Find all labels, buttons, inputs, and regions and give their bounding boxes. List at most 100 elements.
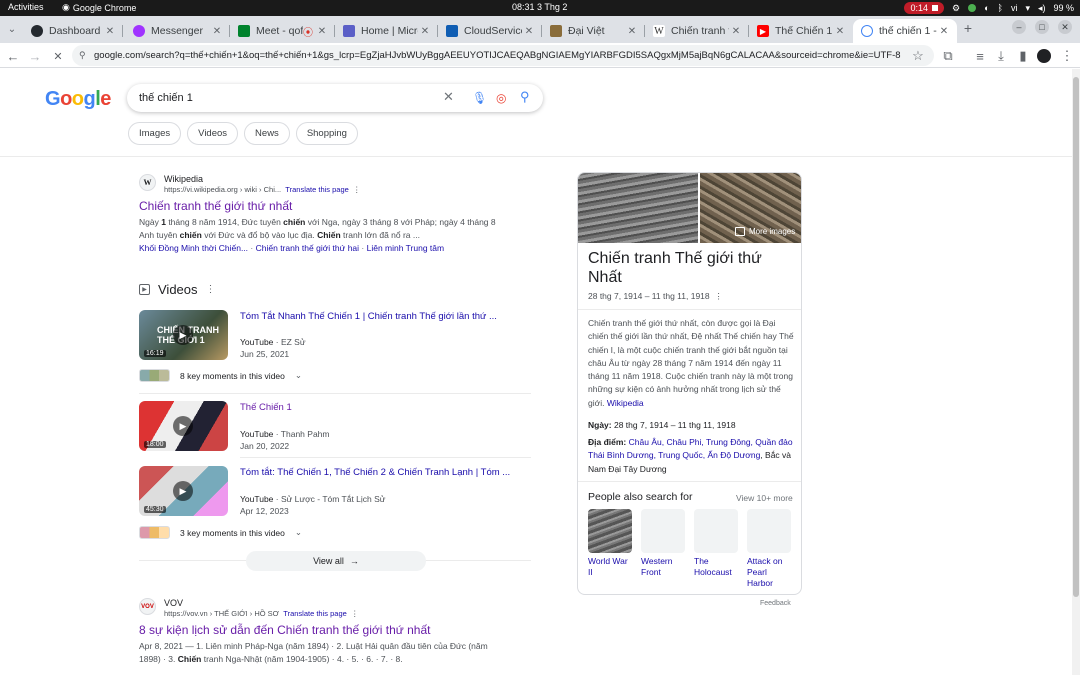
tab-dashboard[interactable]: Dashboard ✕ xyxy=(23,19,123,43)
green-tray-icon[interactable] xyxy=(968,4,977,12)
image-icon xyxy=(735,227,745,236)
forward-icon[interactable]: → xyxy=(27,48,43,64)
download-icon[interactable]: ⤓ xyxy=(993,48,1009,64)
close-tab-icon[interactable]: ✕ xyxy=(315,26,329,37)
more-options-icon[interactable]: ⋮ xyxy=(714,291,723,301)
scrollbar-thumb[interactable] xyxy=(1073,77,1079,597)
minimize-icon[interactable]: – xyxy=(1012,20,1026,34)
tab-search-chevron-icon[interactable]: ⌄ xyxy=(4,21,20,37)
video-thumbnail[interactable]: CHIẾN TRANHTHẾ GIỚI 1 ▶ 16:19 xyxy=(139,310,228,360)
bookmark-star-icon[interactable]: ☆ xyxy=(910,48,926,64)
chip-images[interactable]: Images xyxy=(128,122,182,145)
chip-videos[interactable]: Videos xyxy=(187,122,239,145)
back-icon[interactable]: ← xyxy=(5,48,21,64)
more-images-button[interactable]: More images xyxy=(735,227,795,236)
lens-icon[interactable]: ◎ xyxy=(496,91,506,105)
activities-button[interactable]: Activities xyxy=(8,2,44,12)
search-icon[interactable]: ⚲ xyxy=(520,89,530,105)
close-tab-icon[interactable]: ✕ xyxy=(937,26,951,37)
related-world-war-2[interactable]: World War II xyxy=(588,509,632,578)
snippet-text: tranh lớn đã nổ ra ... xyxy=(340,230,420,241)
video-title-link[interactable]: Tóm tắt: Thế Chiến 1, Thế Chiến 2 & Chiế… xyxy=(240,467,510,478)
sitelink-sep: · xyxy=(248,243,256,253)
tab-cloudservice[interactable]: CloudService.c✕ xyxy=(438,19,542,43)
side-panel-icon[interactable]: ▮ xyxy=(1015,48,1031,64)
search-box[interactable]: thế chiến 1 ✕ 🎙︎ ◎ ⚲ xyxy=(127,84,543,112)
clock[interactable]: 08:31 3 Thg 2 xyxy=(512,2,567,12)
view-more-link[interactable]: View 10+ more xyxy=(736,493,793,503)
app-menu[interactable]: ◉ Google Chrome xyxy=(62,2,136,13)
profile-avatar[interactable] xyxy=(1037,49,1051,63)
close-tab-icon[interactable]: ✕ xyxy=(522,26,536,37)
close-tab-icon[interactable]: ✕ xyxy=(625,26,639,37)
sitelink[interactable]: Chiến tranh thế giới thứ hai xyxy=(256,243,359,253)
result-wikipedia-source[interactable]: W Wikipedia https://vi.wikipedia.org › w… xyxy=(139,174,360,194)
more-options-icon[interactable]: ⋮ xyxy=(206,284,216,295)
related-western-front[interactable]: Western Front xyxy=(641,509,685,578)
wikipedia-link[interactable]: Wikipedia xyxy=(607,398,644,408)
chevron-down-icon: ⌄ xyxy=(294,527,303,537)
video-thumbnail[interactable]: ▶ 45:30 xyxy=(139,466,228,516)
extensions-icon[interactable]: ⧉ xyxy=(940,48,956,64)
tab-dai-viet[interactable]: Đại Việt ✕ xyxy=(542,19,645,43)
chrome-menu-icon[interactable]: ⋮ xyxy=(1059,48,1075,64)
bluetooth-icon[interactable]: ᛒ xyxy=(998,3,1003,13)
translate-link[interactable]: Translate this page xyxy=(283,609,347,618)
media-controls-icon[interactable]: ≡ xyxy=(972,48,988,64)
feedback-link[interactable]: Feedback xyxy=(760,600,791,607)
video-source: YouTube xyxy=(240,337,274,347)
site-info-icon[interactable]: ⚲ xyxy=(79,50,86,61)
more-options-icon[interactable]: ⋮ xyxy=(351,609,359,618)
related-holocaust[interactable]: The Holocaust xyxy=(694,509,738,578)
new-tab-plus-icon[interactable]: + xyxy=(960,20,976,36)
related-pearl-harbor[interactable]: Attack on Pearl Harbor xyxy=(747,509,791,589)
volume-icon[interactable]: ◂) xyxy=(1038,3,1046,14)
tab-youtube[interactable]: ▶ Thế Chiến 1 - ✕ xyxy=(749,19,853,43)
close-tab-icon[interactable]: ✕ xyxy=(729,26,743,37)
result-vov-source[interactable]: VOV VOV https://vov.vn › THẾ GIỚI › HỒ S… xyxy=(139,598,358,618)
close-tab-icon[interactable]: ✕ xyxy=(418,26,432,37)
result-title-link[interactable]: Chiến tranh thế giới thứ nhất xyxy=(139,199,292,213)
result-title-link[interactable]: 8 sự kiện lịch sử dẫn đến Chiến tranh th… xyxy=(139,623,430,637)
tab-teams-home[interactable]: Home | Micros✕ xyxy=(335,19,438,43)
video-icon: ▶ xyxy=(139,284,150,295)
tab-wikipedia[interactable]: W Chiến tranh th✕ xyxy=(645,19,749,43)
battery-indicator[interactable]: 99 % xyxy=(1053,3,1074,13)
wifi-icon[interactable]: ▾ xyxy=(1025,3,1030,14)
close-tab-icon[interactable]: ✕ xyxy=(833,26,847,37)
tab-messenger[interactable]: Messenger ✕ xyxy=(125,19,230,43)
kp-image-soldiers[interactable] xyxy=(578,173,698,243)
search-query[interactable]: thế chiến 1 xyxy=(139,92,193,104)
close-tab-icon[interactable]: ✕ xyxy=(103,26,117,37)
video-thumbnail[interactable]: ▶ 18:00 xyxy=(139,401,228,451)
sitelink[interactable]: Liên minh Trung tâm xyxy=(367,243,444,253)
video-title-link[interactable]: Thế Chiến 1 xyxy=(240,402,292,413)
sitelink[interactable]: Khối Đồng Minh thời Chiến... xyxy=(139,243,248,253)
translate-link[interactable]: Translate this page xyxy=(285,185,349,194)
view-all-videos-button[interactable]: View all → xyxy=(246,551,426,571)
key-moments-toggle[interactable]: 3 key moments in this video ⌄ xyxy=(139,526,302,539)
clear-icon[interactable]: ✕ xyxy=(443,89,454,105)
close-window-icon[interactable]: ✕ xyxy=(1058,20,1072,34)
settings-tray-icon[interactable]: ⚙ xyxy=(952,3,960,14)
more-options-icon[interactable]: ⋮ xyxy=(353,185,361,194)
google-logo[interactable]: Google xyxy=(45,88,111,111)
tab-google-search-active[interactable]: thế chiến 1 - G✕ xyxy=(853,19,957,43)
tray-circle-icon[interactable]: ◐ xyxy=(984,3,989,13)
kp-title: Chiến tranh Thế giới thứ Nhất xyxy=(588,250,762,286)
screen-recording-indicator[interactable]: 0:14 xyxy=(904,2,945,14)
video-title-link[interactable]: Tóm Tắt Nhanh Thế Chiến 1 | Chiến tranh … xyxy=(240,311,497,322)
lang-indicator[interactable]: vi xyxy=(1011,3,1018,13)
key-moments-toggle[interactable]: 8 key moments in this video ⌄ xyxy=(139,369,302,382)
tab-strip: ⌄ Dashboard ✕ Messenger ✕ Meet - qof ⦿ ✕ Hom… xyxy=(0,16,1080,43)
voice-search-icon[interactable]: 🎙︎ xyxy=(472,91,487,105)
chip-shopping[interactable]: Shopping xyxy=(295,122,358,145)
maximize-icon[interactable]: □ xyxy=(1035,20,1049,34)
page-scrollbar[interactable] xyxy=(1072,69,1080,675)
close-tab-icon[interactable]: ✕ xyxy=(210,26,224,37)
stop-loading-icon[interactable]: ✕ xyxy=(50,48,66,64)
tab-meet[interactable]: Meet - qof ⦿ ✕ xyxy=(230,19,335,43)
wikipedia-icon: W xyxy=(653,25,665,37)
address-bar[interactable]: ⚲ google.com/search?q=thế+chiến+1&oq=thế… xyxy=(72,45,934,66)
chip-news[interactable]: News xyxy=(244,122,290,145)
